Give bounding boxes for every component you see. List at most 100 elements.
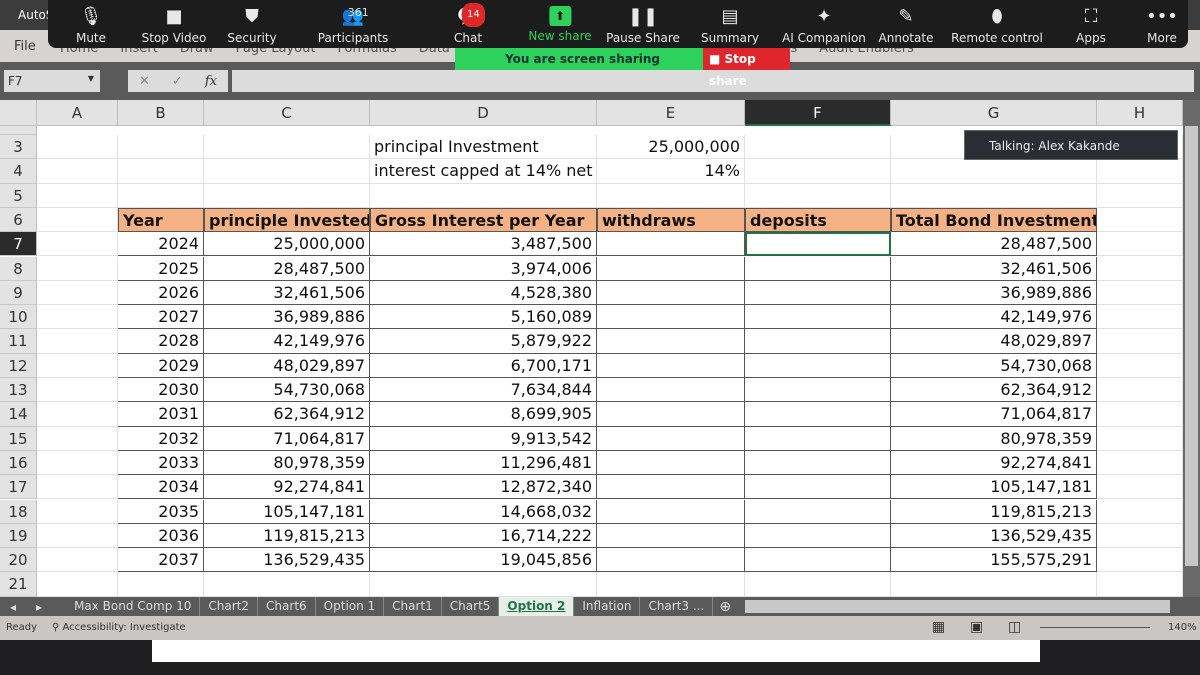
sheet-tab[interactable]: Chart5 xyxy=(442,597,500,616)
table-cell[interactable]: 105,147,181 xyxy=(891,475,1097,500)
zoom-new-share-button[interactable]: ⬆ New share xyxy=(528,6,592,43)
row-header-8[interactable]: 8 xyxy=(0,256,37,281)
sheet-nav-prev[interactable]: ◂ xyxy=(0,600,26,614)
table-cell[interactable]: 6,700,171 xyxy=(370,353,597,378)
table-cell[interactable]: 54,730,068 xyxy=(891,353,1097,378)
table-cell[interactable] xyxy=(745,402,891,427)
table-cell[interactable]: 105,147,181 xyxy=(204,499,370,524)
table-cell[interactable] xyxy=(745,305,891,330)
sheet-tab[interactable]: Chart1 xyxy=(384,597,442,616)
table-cell[interactable] xyxy=(597,378,745,403)
table-cell[interactable] xyxy=(745,256,891,281)
table-header-cell[interactable]: Total Bond Investment xyxy=(891,207,1097,233)
cell[interactable] xyxy=(37,378,118,403)
stop-share-button[interactable]: ■ Stop share xyxy=(703,48,790,88)
table-cell[interactable]: 80,978,359 xyxy=(204,450,370,476)
table-cell[interactable]: 7,634,844 xyxy=(370,378,597,403)
row-header-4[interactable]: 4 xyxy=(0,159,37,184)
table-cell[interactable]: 71,064,817 xyxy=(204,426,370,451)
cell[interactable] xyxy=(745,135,891,160)
cell[interactable] xyxy=(1097,256,1183,281)
table-cell[interactable]: 2035 xyxy=(118,499,204,524)
fx-icon[interactable]: fx xyxy=(205,74,217,89)
row-header-9[interactable]: 9 xyxy=(0,280,37,306)
table-cell[interactable] xyxy=(597,353,745,378)
cell[interactable] xyxy=(37,159,118,184)
row-header-12[interactable]: 12 xyxy=(0,353,37,378)
table-cell[interactable]: 9,913,542 xyxy=(370,426,597,451)
row-header-2[interactable] xyxy=(0,126,37,135)
table-cell[interactable] xyxy=(597,475,745,500)
table-header-cell[interactable]: Gross Interest per Year xyxy=(370,207,597,233)
cell[interactable] xyxy=(1097,378,1183,403)
table-cell[interactable]: 80,978,359 xyxy=(891,426,1097,451)
row-header-7[interactable]: 7 xyxy=(0,232,37,257)
cell[interactable] xyxy=(37,329,118,354)
row-header-21[interactable]: 21 xyxy=(0,572,37,597)
table-cell[interactable]: 14,668,032 xyxy=(370,499,597,524)
zoom-participants-button[interactable]: 👥 361 Participants xyxy=(318,6,389,45)
cell[interactable] xyxy=(597,572,745,597)
zoom-mute-button[interactable]: 🎙 Mute xyxy=(76,6,106,45)
cell[interactable] xyxy=(1097,280,1183,306)
cell[interactable] xyxy=(745,183,891,208)
row-header-16[interactable]: 16 xyxy=(0,450,37,476)
cell[interactable] xyxy=(37,256,118,281)
cell[interactable] xyxy=(1097,523,1183,549)
ribbon-tab-file[interactable]: File xyxy=(14,39,36,54)
cell[interactable] xyxy=(37,402,118,427)
row-header-3[interactable]: 3 xyxy=(0,135,37,160)
table-cell[interactable]: 3,974,006 xyxy=(370,256,597,281)
table-header-cell[interactable]: Year xyxy=(118,207,204,233)
cell[interactable] xyxy=(1097,183,1183,208)
table-cell[interactable]: 32,461,506 xyxy=(204,280,370,306)
table-cell[interactable]: 2033 xyxy=(118,450,204,476)
cell[interactable] xyxy=(370,572,597,597)
sheet-tab[interactable]: Inflation xyxy=(574,597,641,616)
table-cell[interactable] xyxy=(597,232,745,257)
table-cell[interactable]: 62,364,912 xyxy=(891,378,1097,403)
table-cell[interactable]: 12,872,340 xyxy=(370,475,597,500)
table-cell[interactable] xyxy=(745,353,891,378)
cell[interactable] xyxy=(118,159,204,184)
cell[interactable] xyxy=(37,499,118,524)
table-cell[interactable]: 92,274,841 xyxy=(891,450,1097,476)
column-header-D[interactable]: D xyxy=(370,100,597,126)
table-cell[interactable] xyxy=(597,280,745,306)
table-cell[interactable]: 48,029,897 xyxy=(204,353,370,378)
table-cell[interactable]: 62,364,912 xyxy=(204,402,370,427)
table-cell[interactable]: 2026 xyxy=(118,280,204,306)
row-header-19[interactable]: 19 xyxy=(0,523,37,549)
cancel-icon[interactable]: ✕ xyxy=(139,74,150,89)
row-header-11[interactable]: 11 xyxy=(0,329,37,354)
cell[interactable] xyxy=(1097,207,1183,233)
table-cell[interactable]: 119,815,213 xyxy=(204,523,370,549)
table-cell[interactable] xyxy=(745,499,891,524)
row-header-6[interactable]: 6 xyxy=(0,207,37,233)
cell[interactable] xyxy=(118,135,204,160)
cell[interactable] xyxy=(37,572,118,597)
row-header-17[interactable]: 17 xyxy=(0,475,37,500)
sheet-tab[interactable]: Option 2 xyxy=(499,597,575,616)
cell[interactable] xyxy=(37,232,118,257)
column-header-C[interactable]: C xyxy=(204,100,370,126)
table-cell[interactable]: 2027 xyxy=(118,305,204,330)
cell[interactable] xyxy=(597,183,745,208)
row-header-13[interactable]: 13 xyxy=(0,378,37,403)
sheet-tab[interactable]: Max Bond Comp 10 xyxy=(66,597,201,616)
normal-view-icon[interactable]: ▦ xyxy=(932,619,945,635)
row-header-5[interactable]: 5 xyxy=(0,183,37,208)
name-box[interactable]: F7 ▼ xyxy=(4,70,100,92)
cell[interactable] xyxy=(745,159,891,184)
table-cell[interactable] xyxy=(597,402,745,427)
cell[interactable] xyxy=(1097,548,1183,573)
column-header-G[interactable]: G xyxy=(891,100,1097,126)
table-cell[interactable]: 42,149,976 xyxy=(204,329,370,354)
row-header-10[interactable]: 10 xyxy=(0,305,37,330)
table-cell[interactable] xyxy=(597,329,745,354)
table-cell[interactable] xyxy=(745,329,891,354)
cell[interactable] xyxy=(204,159,370,184)
cell[interactable] xyxy=(1097,305,1183,330)
table-cell[interactable] xyxy=(745,475,891,500)
table-cell[interactable]: 2024 xyxy=(118,232,204,257)
